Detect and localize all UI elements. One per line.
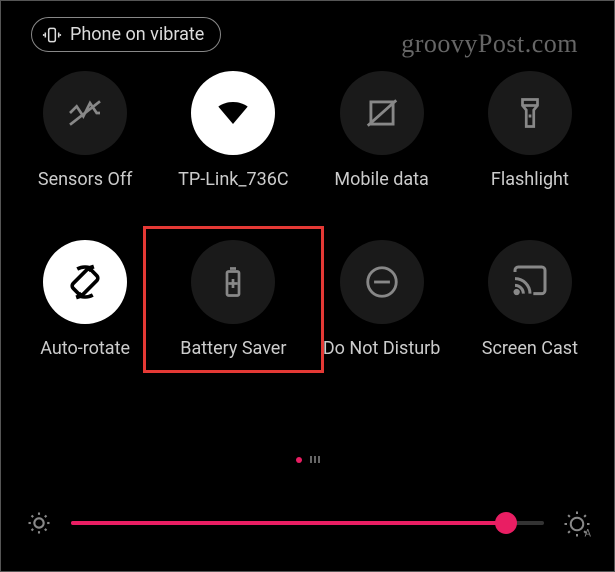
brightness-fill: [71, 521, 506, 525]
vibrate-status-label: Phone on vibrate: [70, 24, 204, 45]
wifi-icon: [191, 71, 275, 155]
tile-label: Battery Saver: [180, 338, 286, 359]
tile-label: Sensors Off: [38, 169, 132, 190]
tile-label: Mobile data: [334, 169, 428, 190]
brightness-row: A: [25, 509, 590, 537]
brightness-thumb[interactable]: [495, 512, 517, 534]
page-dot-inactive: [310, 456, 320, 463]
flashlight-icon: [488, 71, 572, 155]
tile-label: Auto-rotate: [40, 338, 130, 359]
watermark-text: groovyPost.com: [401, 29, 578, 59]
tile-battery-saver[interactable]: Battery Saver: [159, 240, 307, 359]
vibrate-icon: [42, 25, 62, 45]
battery-saver-icon: [191, 240, 275, 324]
tile-auto-rotate[interactable]: Auto-rotate: [11, 240, 159, 359]
tile-label: Do Not Disturb: [323, 338, 441, 359]
mobile-data-icon: [340, 71, 424, 155]
brightness-slider[interactable]: [71, 521, 544, 525]
page-dot-active: [296, 457, 302, 463]
page-indicator: [296, 456, 320, 463]
brightness-auto-icon[interactable]: A: [562, 509, 590, 537]
screen-cast-icon: [488, 240, 572, 324]
auto-rotate-icon: [43, 240, 127, 324]
tile-label: Screen Cast: [482, 338, 578, 359]
quick-settings-grid: Sensors Off TP-Link_736C Mobile data: [1, 71, 614, 359]
tile-wifi[interactable]: TP-Link_736C: [159, 71, 307, 190]
tile-flashlight[interactable]: Flashlight: [456, 71, 604, 190]
brightness-low-icon: [25, 509, 53, 537]
tile-label: Flashlight: [491, 169, 569, 190]
vibrate-status-pill[interactable]: Phone on vibrate: [31, 17, 221, 52]
sensors-off-icon: [43, 71, 127, 155]
tile-do-not-disturb[interactable]: Do Not Disturb: [308, 240, 456, 359]
tile-screen-cast[interactable]: Screen Cast: [456, 240, 604, 359]
svg-text:A: A: [585, 529, 592, 540]
tile-mobile-data[interactable]: Mobile data: [308, 71, 456, 190]
tile-label: TP-Link_736C: [178, 169, 288, 190]
dnd-icon: [340, 240, 424, 324]
tile-sensors-off[interactable]: Sensors Off: [11, 71, 159, 190]
